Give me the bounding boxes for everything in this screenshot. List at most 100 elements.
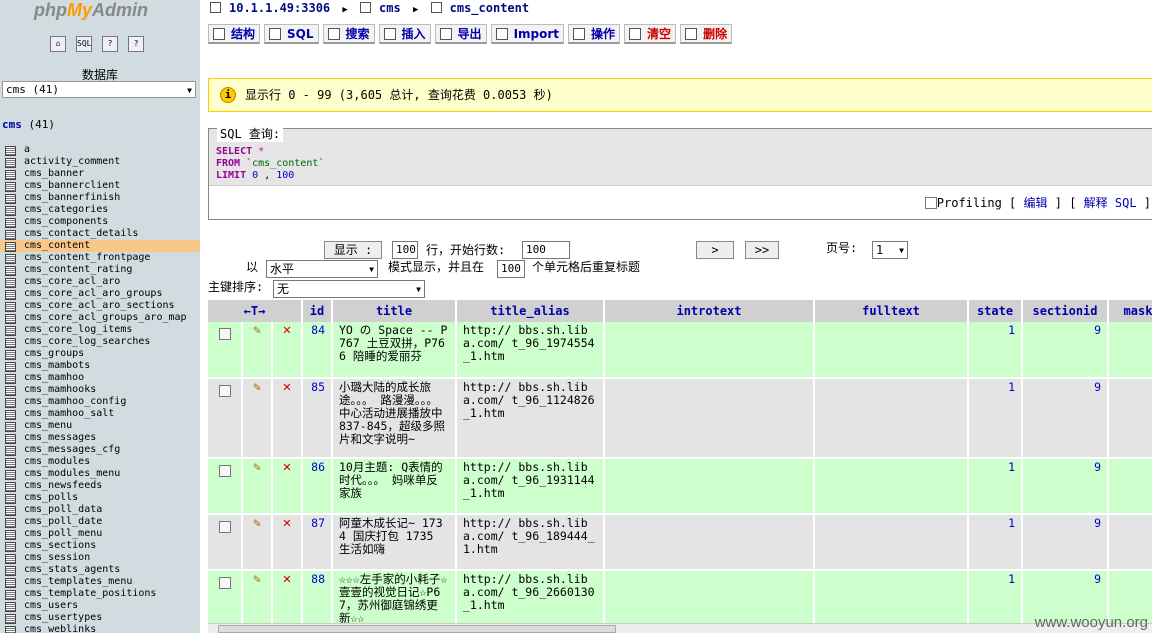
sidebar-table-item[interactable]: cms_messages [0, 432, 200, 444]
sidebar-table-item[interactable]: cms_categories [0, 204, 200, 216]
tab-5[interactable]: 导出 [434, 24, 487, 44]
sidebar-table-item[interactable]: cms_poll_date [0, 516, 200, 528]
sidebar-table-item[interactable]: cms_components [0, 216, 200, 228]
sort-select[interactable]: 无 [273, 280, 425, 298]
sidebar-table-item[interactable]: activity_comment [0, 156, 200, 168]
start-input[interactable]: 100 [522, 241, 570, 259]
sidebar-table-item[interactable]: cms_core_acl_aro [0, 276, 200, 288]
column-resize-handle[interactable]: ←T→ [208, 300, 303, 322]
sidebar-table-item[interactable]: cms_mamhoo_config [0, 396, 200, 408]
delete-x-icon[interactable]: ✕ [283, 322, 291, 338]
sidebar-table-item[interactable]: cms_poll_data [0, 504, 200, 516]
tab-4[interactable]: 插入 [378, 24, 431, 44]
column-header[interactable]: title_alias [456, 300, 605, 322]
repeat-headers-input[interactable]: 100 [497, 260, 525, 278]
column-header[interactable]: title [332, 300, 457, 322]
column-header[interactable]: fulltext [814, 300, 969, 322]
delete-x-icon[interactable]: ✕ [283, 571, 291, 587]
sidebar-table-item[interactable]: cms_banner [0, 168, 200, 180]
edit-cell[interactable]: ✎ [242, 570, 273, 629]
edit-pencil-icon[interactable]: ✎ [253, 380, 261, 395]
row-select-cell[interactable] [208, 378, 243, 459]
column-header[interactable]: state [968, 300, 1023, 322]
sidebar-table-item[interactable]: cms_newsfeeds [0, 480, 200, 492]
last-page-button[interactable]: >> [745, 241, 779, 259]
sidebar-table-item[interactable]: cms_core_acl_aro_sections [0, 300, 200, 312]
row-checkbox[interactable] [218, 577, 231, 589]
delete-cell[interactable]: ✕ [272, 514, 303, 571]
delete-cell[interactable]: ✕ [272, 570, 303, 629]
delete-x-icon[interactable]: ✕ [283, 515, 291, 531]
row-select-cell[interactable] [208, 514, 243, 571]
sidebar-table-item[interactable]: cms_content [0, 240, 200, 252]
sidebar-table-item[interactable]: cms_stats_agents [0, 564, 200, 576]
sidebar-table-item[interactable]: cms_weblinks [0, 624, 200, 633]
delete-x-icon[interactable]: ✕ [283, 379, 291, 395]
sidebar-table-item[interactable]: cms_mamhoo_salt [0, 408, 200, 420]
database-title[interactable]: cms (41) [2, 118, 55, 131]
tab-7[interactable]: 操作 [568, 24, 621, 44]
column-header[interactable]: id [302, 300, 333, 322]
edit-pencil-icon[interactable]: ✎ [253, 516, 261, 531]
row-checkbox[interactable] [218, 385, 231, 397]
home-icon[interactable]: ⌂ [50, 36, 66, 52]
edit-pencil-icon[interactable]: ✎ [253, 460, 261, 475]
tab-1[interactable]: 结构 [208, 24, 261, 44]
edit-cell[interactable]: ✎ [242, 322, 273, 379]
row-select-cell[interactable] [208, 322, 243, 379]
tab-9[interactable]: 删除 [680, 24, 733, 44]
tab-6[interactable]: Import [490, 24, 565, 44]
profiling-checkbox[interactable] [924, 197, 937, 209]
breadcrumb-table[interactable]: cms_content [450, 1, 529, 15]
sidebar-table-item[interactable]: cms_poll_menu [0, 528, 200, 540]
scrollbar-thumb[interactable] [218, 625, 616, 633]
explain-sql-link[interactable]: 解释 SQL [1084, 196, 1137, 210]
sidebar-table-item[interactable]: cms_core_acl_groups_aro_map [0, 312, 200, 324]
sql-icon[interactable]: SQL [76, 36, 92, 52]
sidebar-table-item[interactable]: cms_usertypes [0, 612, 200, 624]
sidebar-table-item[interactable]: cms_core_log_searches [0, 336, 200, 348]
row-select-cell[interactable] [208, 570, 243, 629]
page-select[interactable]: 1 [872, 241, 908, 259]
sidebar-table-item[interactable]: cms_modules [0, 456, 200, 468]
sidebar-table-item[interactable]: cms_sections [0, 540, 200, 552]
sidebar-table-item[interactable]: cms_content_rating [0, 264, 200, 276]
sidebar-table-item[interactable]: cms_users [0, 600, 200, 612]
row-checkbox[interactable] [218, 521, 231, 533]
edit-cell[interactable]: ✎ [242, 458, 273, 515]
tab-2[interactable]: SQL [264, 24, 319, 44]
edit-cell[interactable]: ✎ [242, 378, 273, 459]
sidebar-table-item[interactable]: cms_templates_menu [0, 576, 200, 588]
delete-x-icon[interactable]: ✕ [283, 459, 291, 475]
sidebar-table-item[interactable]: cms_core_acl_aro_groups [0, 288, 200, 300]
sidebar-table-item[interactable]: cms_content_frontpage [0, 252, 200, 264]
column-header[interactable]: sectionid [1022, 300, 1109, 322]
next-page-button[interactable]: > [696, 241, 734, 259]
sidebar-table-item[interactable]: cms_messages_cfg [0, 444, 200, 456]
sidebar-table-item[interactable]: cms_modules_menu [0, 468, 200, 480]
delete-cell[interactable]: ✕ [272, 378, 303, 459]
sidebar-table-item[interactable]: cms_polls [0, 492, 200, 504]
horizontal-scrollbar[interactable] [208, 623, 1152, 633]
display-mode-select[interactable]: 水平 [266, 260, 378, 278]
column-header[interactable]: introtext [604, 300, 815, 322]
sidebar-table-item[interactable]: cms_bannerfinish [0, 192, 200, 204]
phpmyadmin-logo[interactable]: phpMyAdmin [34, 0, 148, 21]
show-button[interactable]: 显示 : [324, 241, 382, 259]
sidebar-table-item[interactable]: cms_core_log_items [0, 324, 200, 336]
row-select-cell[interactable] [208, 458, 243, 515]
database-select[interactable]: cms (41) [2, 81, 196, 98]
rows-input[interactable]: 100 [392, 241, 418, 259]
column-header[interactable]: mask [1108, 300, 1152, 322]
row-checkbox[interactable] [218, 465, 231, 477]
edit-cell[interactable]: ✎ [242, 514, 273, 571]
tab-3[interactable]: 搜索 [322, 24, 375, 44]
query-window-icon[interactable]: ? [102, 36, 118, 52]
edit-pencil-icon[interactable]: ✎ [253, 323, 261, 338]
sidebar-table-item[interactable]: cms_groups [0, 348, 200, 360]
edit-pencil-icon[interactable]: ✎ [253, 572, 261, 587]
breadcrumb-server[interactable]: 10.1.1.49:3306 [229, 1, 330, 15]
edit-sql-link[interactable]: 编辑 [1024, 196, 1048, 210]
breadcrumb-db[interactable]: cms [379, 1, 401, 15]
sidebar-table-item[interactable]: cms_template_positions [0, 588, 200, 600]
